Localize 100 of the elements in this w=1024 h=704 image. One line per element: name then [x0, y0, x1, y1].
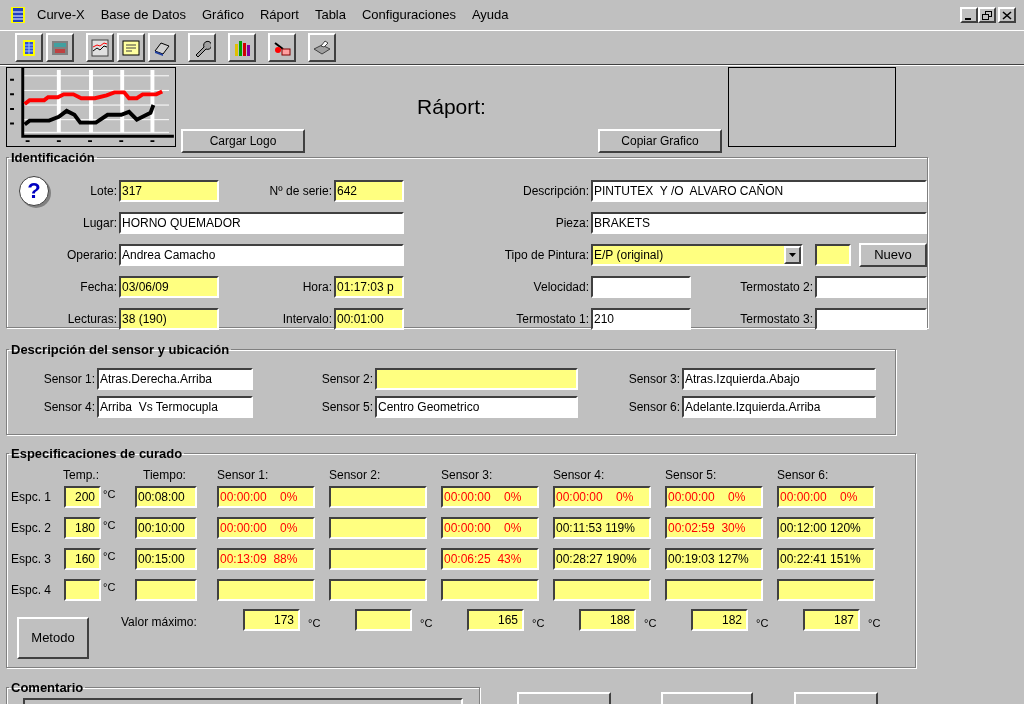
copy-chart-button[interactable]: Copiar Grafico — [598, 129, 722, 153]
input-field[interactable] — [591, 275, 691, 298]
group-title: Especificaciones de curado — [10, 445, 184, 463]
input-field[interactable]: Atras.Derecha.Arriba — [97, 367, 253, 390]
input-field[interactable]: 317 — [119, 179, 219, 202]
input-field[interactable] — [217, 578, 315, 601]
input-field[interactable] — [329, 516, 427, 539]
input-field[interactable]: 00:10:00 — [135, 516, 197, 539]
window-control[interactable] — [960, 7, 978, 23]
menu-item[interactable]: Ráport — [258, 5, 300, 25]
input-field[interactable]: 160 — [64, 547, 101, 570]
restore-icon — [982, 10, 992, 20]
toolbar-button[interactable] — [188, 33, 216, 62]
input-field[interactable]: HORNO QUEMADOR — [119, 211, 404, 234]
input-field[interactable]: PINTUTEX Y /O ALVARO CAÑON — [591, 179, 927, 202]
input-field[interactable] — [329, 485, 427, 508]
input-field[interactable]: 00:00:00 0% — [665, 485, 763, 508]
input-field[interactable] — [64, 578, 101, 601]
input-field[interactable]: 00:00:00 0% — [777, 485, 875, 508]
input-field[interactable] — [329, 547, 427, 570]
input-field[interactable]: 187 — [803, 608, 860, 631]
toolbar-button[interactable] — [268, 33, 296, 62]
input-field[interactable]: Atras.Izquierda.Abajo — [682, 367, 876, 390]
menu-item[interactable]: Curve-X — [36, 5, 86, 25]
input-field[interactable] — [815, 307, 927, 330]
toolbar-button[interactable] — [228, 33, 256, 62]
input-field[interactable]: 188 — [579, 608, 636, 631]
unit-label: °C — [103, 486, 117, 502]
toolbar-button[interactable] — [117, 33, 145, 62]
input-field[interactable]: BRAKETS — [591, 211, 927, 234]
input-field[interactable]: Adelante.Izquierda.Arriba — [682, 395, 876, 418]
input-field[interactable] — [441, 578, 539, 601]
unit-label: °C — [307, 615, 322, 631]
window-icon — [51, 38, 69, 57]
input-field[interactable]: 00:02:59 30% — [665, 516, 763, 539]
input-field[interactable] — [815, 275, 927, 298]
input-field[interactable]: 00:00:00 0% — [217, 485, 315, 508]
input-field[interactable] — [553, 578, 651, 601]
input-field[interactable]: 00:13:09 88% — [217, 547, 315, 570]
input-field[interactable]: 165 — [467, 608, 524, 631]
input-field[interactable]: Centro Geometrico — [375, 395, 578, 418]
spreadsheet-icon — [20, 38, 38, 57]
group-title: Identificación — [10, 149, 96, 167]
paint-type-dropdown[interactable]: E/P (original) — [591, 243, 803, 266]
input-field[interactable] — [135, 578, 197, 601]
menu-item[interactable]: Configuraciones — [361, 5, 457, 25]
input-field[interactable] — [665, 578, 763, 601]
input-field[interactable] — [329, 578, 427, 601]
toolbar-button[interactable] — [86, 33, 114, 62]
input-field[interactable] — [375, 367, 578, 390]
input-field[interactable]: 642 — [334, 179, 404, 202]
row-label: Espc. 1 — [10, 488, 53, 506]
toolbar-button[interactable] — [15, 33, 43, 62]
field-label: Fecha: — [79, 278, 118, 296]
app-icon — [10, 6, 26, 24]
input-field[interactable]: 38 (190) — [119, 307, 219, 330]
input-field[interactable]: 182 — [691, 608, 748, 631]
field-label: Lugar: — [81, 214, 118, 232]
input-field[interactable]: 00:22:41 151% — [777, 547, 875, 570]
toolbar-button[interactable] — [308, 33, 336, 62]
input-field[interactable]: 00:00:00 0% — [553, 485, 651, 508]
input-field[interactable]: 210 — [591, 307, 691, 330]
input-field[interactable]: 180 — [64, 516, 101, 539]
input-field[interactable]: 00:19:03 127% — [665, 547, 763, 570]
menu-item[interactable]: Ayuda — [470, 5, 510, 25]
input-field[interactable]: 03/06/09 — [119, 275, 219, 298]
input-field[interactable]: Andrea Camacho — [119, 243, 404, 266]
field-label: Lecturas: — [66, 310, 118, 328]
column-header: Temp.: — [63, 466, 100, 482]
toolbar-button[interactable] — [148, 33, 176, 62]
input-field[interactable]: 00:28:27 190% — [553, 547, 651, 570]
input-field[interactable]: Arriba Vs Termocupla — [97, 395, 253, 418]
input-field[interactable]: 00:11:53 119% — [553, 516, 651, 539]
new-button[interactable]: Nuevo — [859, 242, 927, 267]
input-field[interactable]: 00:00:00 0% — [441, 485, 539, 508]
toolbar-button[interactable] — [46, 33, 74, 62]
input-field[interactable] — [777, 578, 875, 601]
column-header: Tiempo: — [143, 466, 187, 482]
unit-label: °C — [531, 615, 546, 631]
input-field[interactable]: 00:08:00 — [135, 485, 197, 508]
input-field[interactable]: 00:06:25 43% — [441, 547, 539, 570]
menu-item[interactable]: Base de Datos — [99, 5, 187, 25]
input-field[interactable]: 173 — [243, 608, 300, 631]
input-field[interactable]: 00:00:00 0% — [441, 516, 539, 539]
input-field[interactable] — [815, 243, 851, 266]
input-field[interactable]: 00:00:00 0% — [217, 516, 315, 539]
window-control[interactable] — [978, 7, 996, 23]
input-field[interactable]: 00:15:00 — [135, 547, 197, 570]
input-field[interactable]: 01:17:03 p — [334, 275, 404, 298]
method-button[interactable]: Metodo — [17, 616, 89, 659]
column-header: Sensor 1: — [217, 466, 270, 482]
load-logo-button[interactable]: Cargar Logo — [181, 129, 305, 153]
input-field[interactable]: 00:12:00 120% — [777, 516, 875, 539]
input-field[interactable] — [355, 608, 412, 631]
input-field[interactable]: 200 — [64, 485, 101, 508]
menu-item[interactable]: Tabla — [313, 5, 347, 25]
input-field[interactable]: 00:01:00 — [334, 307, 404, 330]
menu-item[interactable]: Gráfico — [200, 5, 245, 25]
field-label: Termostato 3: — [739, 310, 814, 328]
window-control[interactable] — [998, 7, 1016, 23]
